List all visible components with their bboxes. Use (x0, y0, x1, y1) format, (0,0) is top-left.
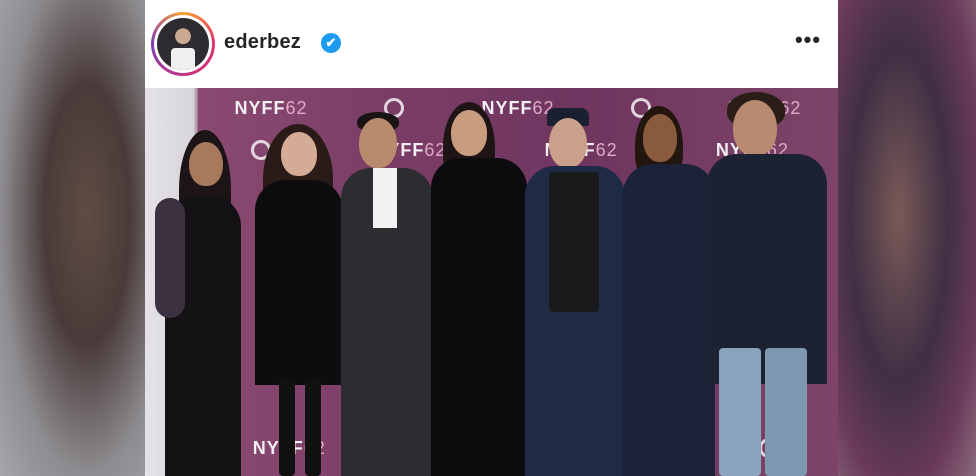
blurred-background-left (0, 0, 145, 476)
group-of-people (145, 88, 838, 476)
verified-badge-icon: ✔ (321, 33, 341, 53)
blurred-background-right (836, 0, 976, 476)
username[interactable]: ederbez (224, 31, 301, 54)
more-options-icon[interactable]: ••• (791, 29, 825, 56)
avatar[interactable] (157, 18, 209, 70)
instagram-post: ederbez ✔ ••• NYFF62 NYFF62 NYFF62 NYFF6… (145, 0, 838, 476)
post-photo[interactable]: NYFF62 NYFF62 NYFF62 NYFF62 NYFF62 NYFF6… (145, 88, 838, 476)
story-ring[interactable] (151, 12, 215, 76)
post-header: ederbez ✔ ••• (145, 0, 838, 88)
